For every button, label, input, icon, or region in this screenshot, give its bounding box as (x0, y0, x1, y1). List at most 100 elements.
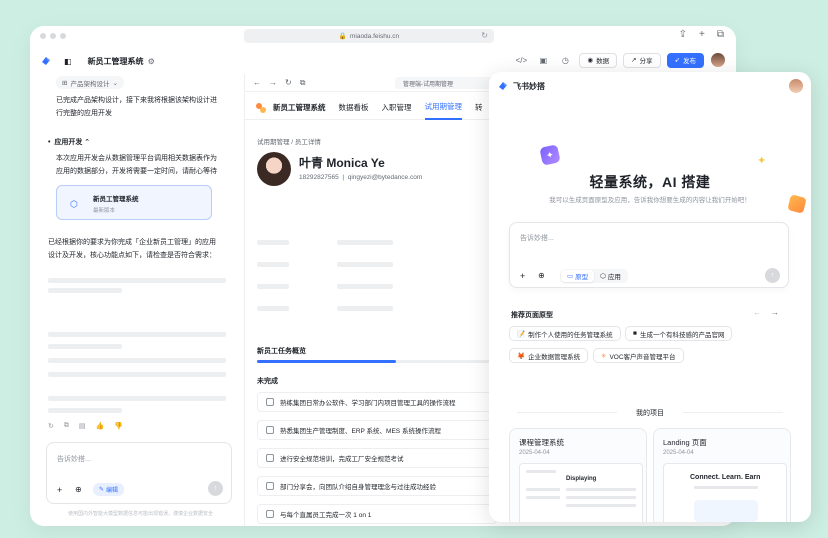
brand-name: 飞书妙搭 (513, 81, 545, 91)
globe-icon[interactable]: ⊕ (75, 485, 82, 494)
skeleton-line (48, 358, 226, 363)
recommendation-pill[interactable]: ■ 生成一个有科技感的产品官网 (625, 326, 733, 341)
section-title: 应用开发 (54, 139, 83, 146)
chat-panel: ⊞ 产品架构设计 ⌄ 已完成产品架构设计，接下来我将根据该架构设计进 行完整的应用开… (36, 74, 242, 526)
edit-mode-button[interactable]: ✎ 编辑 (93, 483, 125, 496)
address-bar[interactable]: 🔒 miaoda.feishu.cn ↻ (244, 29, 494, 43)
task-checkbox[interactable] (266, 510, 274, 518)
share-icon[interactable]: ⇪ (679, 29, 687, 40)
task-item[interactable]: 部门分享会，向团队介绍自身管理理念与过往成功经验 (257, 476, 497, 496)
globe-icon[interactable]: ⊕ (538, 271, 545, 280)
recommendation-pill[interactable]: 📝 制作个人使用的任务管理系统 (509, 326, 621, 341)
task-checkbox[interactable] (266, 426, 274, 434)
app-header: ◧ 新员工管理系统 ⚙ </> ▣ ◷ ◉ 数据 ↗ 分享 ➶ 发布 (30, 50, 736, 72)
tab-onboarding[interactable]: 入职管理 (382, 96, 412, 120)
app-name: 新员工管理系统 (273, 103, 326, 112)
chat-input-placeholder[interactable]: 告诉妙搭... (57, 454, 91, 464)
minimize-dot[interactable] (50, 33, 56, 39)
app-title: 新员工管理系统 ⚙ (88, 56, 155, 67)
task-item[interactable]: 熟悉集团生产管理制度、ERP 系统、MES 系统操作流程 (257, 420, 497, 440)
employee-contact: 18292827565 | qingyezi@bytedance.com (299, 174, 422, 181)
arrow-left-icon[interactable]: ← (753, 308, 771, 317)
employee-avatar (257, 152, 291, 186)
section-app-dev[interactable]: • 应用开发 ⌃ (48, 137, 90, 147)
project-card[interactable]: Landing 页面 2025-04-04 Connect. Learn. Ea… (653, 428, 791, 522)
project-thumbnail: Connect. Learn. Earn (663, 463, 787, 522)
tab-probation[interactable]: 试用期管理 (424, 96, 462, 120)
tab-dashboard[interactable]: 数据看板 (339, 96, 369, 120)
share-button[interactable]: ↗ 分享 (623, 52, 661, 68)
skeleton-line (48, 344, 122, 349)
user-avatar[interactable] (710, 52, 726, 68)
recommendation-pill[interactable]: ✳ VOC客户声音管理平台 (593, 348, 684, 363)
thumb-line (566, 488, 636, 491)
close-dot[interactable] (40, 33, 46, 39)
black-square-icon: ■ (633, 330, 637, 337)
tabs-overview-icon[interactable]: ⧉ (717, 29, 724, 40)
thumb-hero-block (694, 500, 758, 522)
thumb-line (526, 470, 556, 473)
sidebar-toggle-icon[interactable]: ◧ (64, 57, 72, 66)
tab-next[interactable]: 转 (475, 96, 483, 120)
task-item[interactable]: 与每个直属员工完成一次 1 on 1 (257, 504, 497, 524)
task-item[interactable]: 熟练集团日常办公软件、学习部门内项目管理工具的操作流程 (257, 392, 497, 412)
maximize-dot[interactable] (60, 33, 66, 39)
prompt-placeholder[interactable]: 告诉妙搭... (520, 233, 554, 243)
recommend-title: 推荐页面原型 (511, 312, 553, 319)
window-controls[interactable] (40, 33, 66, 39)
skeleton-line (337, 284, 393, 289)
prompt-input-box[interactable]: 告诉妙搭... + ⊕ ▭ 原型 ⬡ 应用 ↑ (509, 222, 789, 288)
skeleton-line (337, 262, 393, 267)
document-icon[interactable]: ▤ (79, 422, 86, 430)
plus-icon[interactable]: + (57, 485, 62, 495)
recommendation-pill[interactable]: 🦊 企业数据管理系统 (509, 348, 589, 363)
skeleton-line (48, 288, 122, 293)
chevron-up-icon: ⌃ (84, 139, 91, 146)
task-checkbox[interactable] (266, 454, 274, 462)
copy-icon[interactable]: ⧉ (64, 422, 69, 430)
skeleton-line (48, 408, 122, 413)
back-arrow-icon[interactable]: ← (253, 78, 261, 87)
task-checkbox[interactable] (266, 398, 274, 406)
mode-prototype-label: 原型 (575, 274, 589, 281)
plus-icon[interactable]: + (520, 271, 525, 281)
address-text: miaoda.feishu.cn (349, 32, 400, 40)
chip-label: 产品架构设计 (70, 80, 110, 88)
app-version-card[interactable]: ⬡ 新员工管理系统 最新版本 (56, 185, 212, 220)
publish-button[interactable]: ➶ 发布 (666, 52, 704, 68)
para1-line2: 行完整的应用开发 (56, 110, 112, 117)
tasks-overview-title: 新员工任务概览 (257, 348, 306, 355)
pill-label: VOC客户声音管理平台 (609, 353, 676, 361)
breadcrumb[interactable]: 试用期管理 / 员工详情 (257, 136, 321, 146)
code-icon[interactable]: </> (513, 52, 529, 68)
new-tab-icon[interactable]: + (699, 29, 705, 40)
project-title: Landing 页面 (663, 438, 707, 447)
open-external-icon[interactable]: ⧉ (300, 78, 306, 88)
data-button[interactable]: ◉ 数据 (579, 52, 618, 68)
mode-switch[interactable]: ▭ 原型 ⬡ 应用 (560, 269, 628, 283)
user-avatar[interactable] (789, 79, 803, 93)
send-button[interactable]: ↑ (208, 481, 223, 496)
task-item[interactable]: 进行安全规范培训，完成工厂安全规范考试 (257, 448, 497, 468)
arrow-right-icon[interactable]: → (771, 308, 789, 317)
share-button-label: 分享 (639, 58, 653, 65)
publish-button-label: 发布 (683, 58, 696, 65)
thumbs-up-icon[interactable]: 👍 (96, 422, 105, 430)
project-card[interactable]: 课程管理系统 2025-04-04 Displaying (509, 428, 647, 522)
mode-prototype[interactable]: ▭ 原型 (561, 270, 595, 282)
settings-gear-icon[interactable]: ⚙ (148, 57, 155, 66)
architecture-chip[interactable]: ⊞ 产品架构设计 ⌄ (56, 76, 124, 89)
refresh-icon[interactable]: ↻ (48, 422, 54, 430)
pill-label: 制作个人使用的任务管理系统 (528, 331, 613, 339)
chat-input-box[interactable]: 告诉妙搭... + ⊕ ✎ 编辑 ↑ (46, 442, 232, 504)
mode-app[interactable]: ⬡ 应用 (594, 270, 627, 282)
reload-icon[interactable]: ↻ (481, 31, 488, 40)
reload-icon[interactable]: ↻ (285, 78, 292, 87)
thumbs-down-icon[interactable]: 👎 (114, 422, 123, 430)
send-button[interactable]: ↑ (765, 268, 780, 283)
history-icon[interactable]: ◷ (557, 52, 573, 68)
thumb-heading: Displaying (566, 476, 597, 482)
save-icon[interactable]: ▣ (535, 52, 551, 68)
task-checkbox[interactable] (266, 482, 274, 490)
forward-arrow-icon[interactable]: → (269, 78, 277, 87)
